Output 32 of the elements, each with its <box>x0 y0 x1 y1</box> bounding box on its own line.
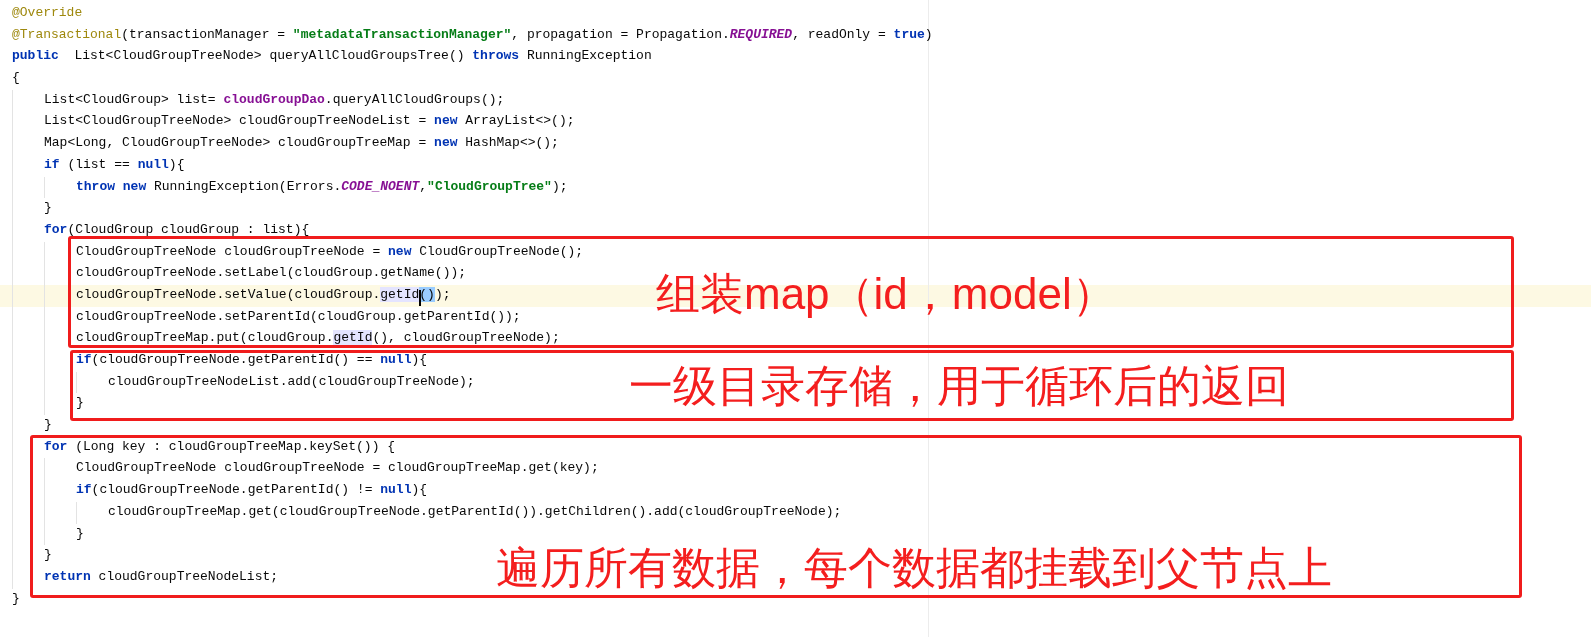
code-line: } <box>12 590 20 606</box>
code-line: cloudGroupTreeNodeList.add(cloudGroupTreeNode); <box>108 373 475 389</box>
code-line: } <box>76 525 84 541</box>
code-line: CloudGroupTreeNode cloudGroupTreeNode = cloudGroupTreeMap.get(key); <box>76 460 599 476</box>
annotation-text: 组装map（id，model） <box>656 268 1116 319</box>
code-line: for (Long key : cloudGroupTreeMap.keySet()) { <box>44 438 396 454</box>
code-line: cloudGroupTreeMap.get(cloudGroupTreeNode.getParentId()).getChildren().add(cloudGroupTreeNode); <box>108 503 842 519</box>
code-line: { <box>12 70 20 86</box>
code-line: cloudGroupTreeNode.setValue(cloudGroup.getId()); <box>76 286 451 302</box>
annotation-text: 一级目录存储，用于循环后的返回 <box>629 360 1289 411</box>
code-line: throw new RunningException(Errors.CODE_NOENT,"CloudGroupTree"); <box>76 178 568 194</box>
code-line: CloudGroupTreeNode cloudGroupTreeNode = new CloudGroupTreeNode(); <box>76 243 584 259</box>
code-line: } <box>44 547 52 563</box>
code-line: public List<CloudGroupTreeNode> queryAllCloudGroupsTree() throws RunningException <box>12 48 652 64</box>
annotation-text: 遍历所有数据，每个数据都挂载到父节点上 <box>496 543 1332 593</box>
code-line: return cloudGroupTreeNodeList; <box>44 568 279 584</box>
code-line: Map<Long, CloudGroupTreeNode> cloudGroupTreeMap = new HashMap<>(); <box>44 135 559 151</box>
code-line: cloudGroupTreeNode.setParentId(cloudGroup.getParentId()); <box>76 308 521 324</box>
text-caret-icon <box>419 289 421 306</box>
code-line: cloudGroupTreeNode.setLabel(cloudGroup.getName()); <box>76 265 467 281</box>
code-line: List<CloudGroupTreeNode> cloudGroupTreeNodeList = new ArrayList<>(); <box>44 113 575 129</box>
code-line: @Transactional(transactionManager = "metadataTransactionManager", propagation = Propagation.REQUIRED, readOnly = true) <box>12 26 933 42</box>
code-line: cloudGroupTreeMap.put(cloudGroup.getId(), cloudGroupTreeNode); <box>76 330 560 346</box>
code-line: if(cloudGroupTreeNode.getParentId() == null){ <box>76 352 428 367</box>
code-line: if(cloudGroupTreeNode.getParentId() != null){ <box>76 482 428 498</box>
code-line: } <box>76 395 84 411</box>
code-line: for(CloudGroup cloudGroup : list){ <box>44 221 310 237</box>
code-line: @Override <box>12 5 83 20</box>
code-line: if (list == null){ <box>44 156 185 172</box>
code-line: } <box>44 417 52 433</box>
code-line: } <box>44 200 52 216</box>
code-line: List<CloudGroup> list= cloudGroupDao.queryAllCloudGroups(); <box>44 91 505 107</box>
